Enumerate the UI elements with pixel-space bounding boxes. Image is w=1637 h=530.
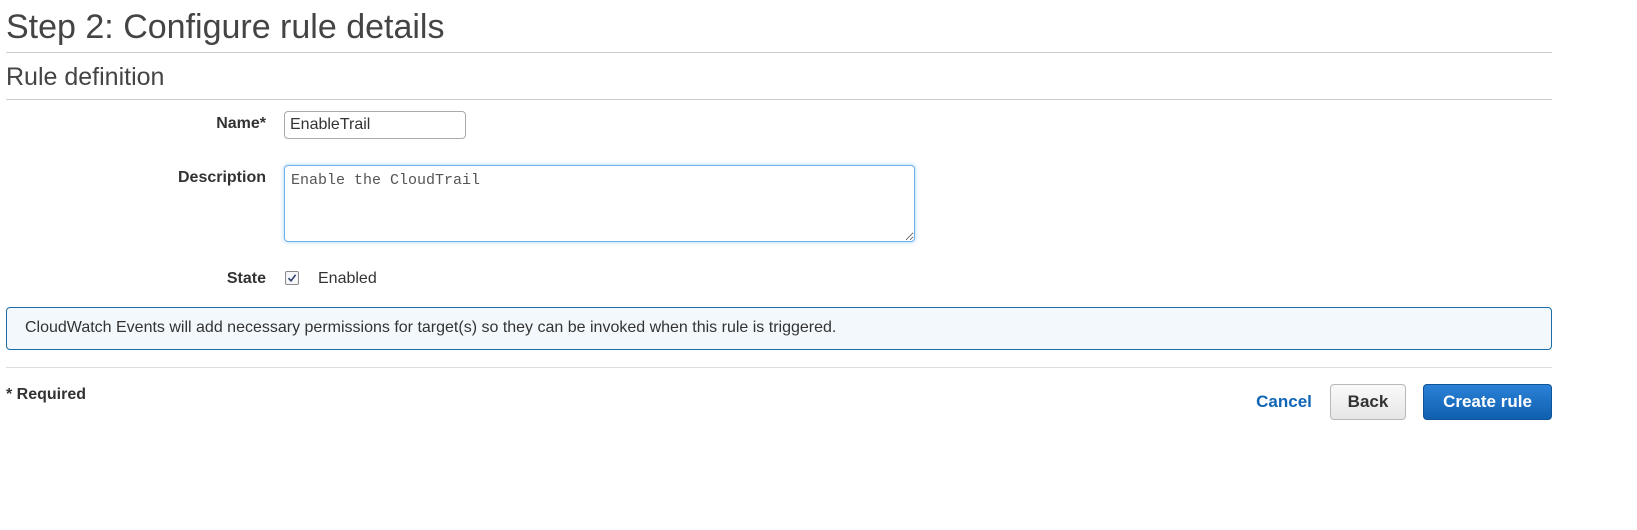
name-input[interactable] [284,111,466,139]
name-label: Name* [216,115,266,132]
permissions-info-text: CloudWatch Events will add necessary per… [25,319,837,336]
back-button[interactable]: Back [1330,384,1406,420]
description-input[interactable]: Enable the CloudTrail [284,165,915,242]
section-divider [6,99,1552,100]
description-label: Description [177,169,266,186]
required-note: * Required [6,386,87,403]
create-rule-button[interactable]: Create rule [1423,384,1552,420]
permissions-info-box: CloudWatch Events will add necessary per… [6,307,1552,350]
section-title: Rule definition [6,63,165,91]
state-checkbox[interactable] [285,271,299,285]
checkmark-icon [287,274,297,283]
configure-rule-page: Step 2: Configure rule details Rule defi… [0,0,1637,530]
state-enabled-label: Enabled [318,270,377,287]
footer-divider [6,367,1552,368]
cancel-button[interactable]: Cancel [1246,388,1322,416]
page-title: Step 2: Configure rule details [6,8,445,46]
state-label: State [226,270,266,287]
title-divider [6,52,1552,53]
